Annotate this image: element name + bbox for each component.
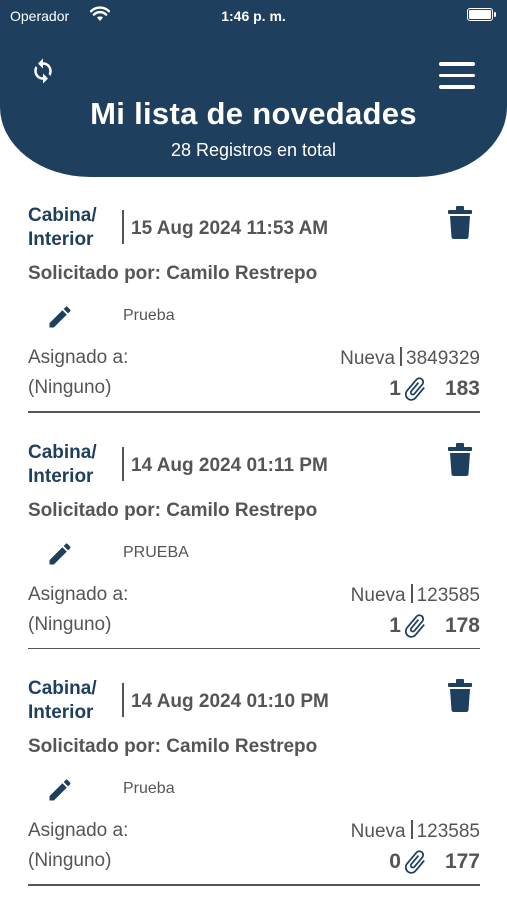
status-badge: Nueva xyxy=(340,348,396,369)
item-description: Prueba xyxy=(123,307,175,324)
list-item[interactable]: Cabina/ Interior 14 Aug 2024 01:11 PM So… xyxy=(28,427,480,664)
item-code: 123585 xyxy=(416,821,480,842)
status-code: Nueva 123585 xyxy=(350,583,480,607)
news-list: Cabina/ Interior 15 Aug 2024 11:53 AM So… xyxy=(28,190,480,900)
item-number: 178 xyxy=(444,613,480,637)
trash-icon[interactable] xyxy=(448,679,472,713)
assigned-value: (Ninguno) xyxy=(28,377,112,398)
attachment-count: 1 xyxy=(389,613,401,637)
item-counts: 0 177 xyxy=(389,848,480,876)
requester-label: Solicitado por: Camilo Restrepo xyxy=(28,736,318,757)
app-header: Mi lista de novedades 28 Registros en to… xyxy=(0,34,507,177)
assigned-label: Asignado a: xyxy=(28,347,129,368)
item-number: 183 xyxy=(444,377,480,400)
status-code: Nueva 123585 xyxy=(351,820,480,843)
item-number: 177 xyxy=(444,850,480,873)
hamburger-menu-icon[interactable] xyxy=(439,62,475,92)
paperclip-icon xyxy=(401,375,429,403)
requester-label: Solicitado por: Camilo Restrepo xyxy=(28,499,318,521)
refresh-icon[interactable] xyxy=(28,56,58,86)
category-label: Cabina/ Interior xyxy=(28,441,97,487)
status-bar: Operador 1:46 p. m. xyxy=(0,0,507,34)
assigned-label: Asignado a: xyxy=(28,583,129,605)
trash-icon[interactable] xyxy=(448,442,472,477)
status-badge: Nueva xyxy=(350,821,406,842)
item-description: PRUEBA xyxy=(123,543,189,561)
record-count: 28 Registros en total xyxy=(170,140,337,160)
category-label: Cabina/ Interior xyxy=(28,678,97,723)
item-code: 123585 xyxy=(416,584,480,606)
assigned-value: (Ninguno) xyxy=(28,850,112,871)
assigned-value: (Ninguno) xyxy=(28,613,112,635)
list-item[interactable]: Cabina/ Interior 15 Aug 2024 11:53 AM So… xyxy=(28,190,480,427)
page-title: Mi lista de novedades xyxy=(90,96,417,131)
paperclip-icon xyxy=(401,848,429,876)
divider xyxy=(28,647,480,649)
paperclip-icon xyxy=(401,612,429,640)
requester-label: Solicitado por: Camilo Restrepo xyxy=(28,263,318,284)
item-date: 15 Aug 2024 11:53 AM xyxy=(131,218,329,239)
item-counts: 1 183 xyxy=(389,375,480,403)
pencil-icon[interactable] xyxy=(46,776,74,804)
item-description: Prueba xyxy=(123,780,175,797)
attachment-count: 1 xyxy=(389,377,401,400)
pencil-icon[interactable] xyxy=(46,540,74,568)
trash-icon[interactable] xyxy=(448,206,472,240)
assigned-label: Asignado a: xyxy=(28,820,129,841)
divider xyxy=(28,411,480,413)
separator xyxy=(122,210,124,244)
status-code: Nueva 3849329 xyxy=(340,347,480,370)
status-badge: Nueva xyxy=(350,584,406,606)
item-date: 14 Aug 2024 01:11 PM xyxy=(131,454,328,476)
separator xyxy=(122,446,124,481)
separator xyxy=(122,683,124,717)
item-counts: 1 178 xyxy=(389,612,480,640)
list-item[interactable]: Cabina/ Interior 14 Aug 2024 01:10 PM So… xyxy=(28,663,480,900)
clock-time: 1:46 p. m. xyxy=(221,8,286,24)
item-code: 3849329 xyxy=(406,348,480,369)
battery-icon xyxy=(467,8,496,21)
category-label: Cabina/ Interior xyxy=(28,205,97,250)
divider xyxy=(28,884,480,886)
pencil-icon[interactable] xyxy=(46,303,74,331)
item-date: 14 Aug 2024 01:10 PM xyxy=(131,691,329,712)
attachment-count: 0 xyxy=(389,850,401,873)
